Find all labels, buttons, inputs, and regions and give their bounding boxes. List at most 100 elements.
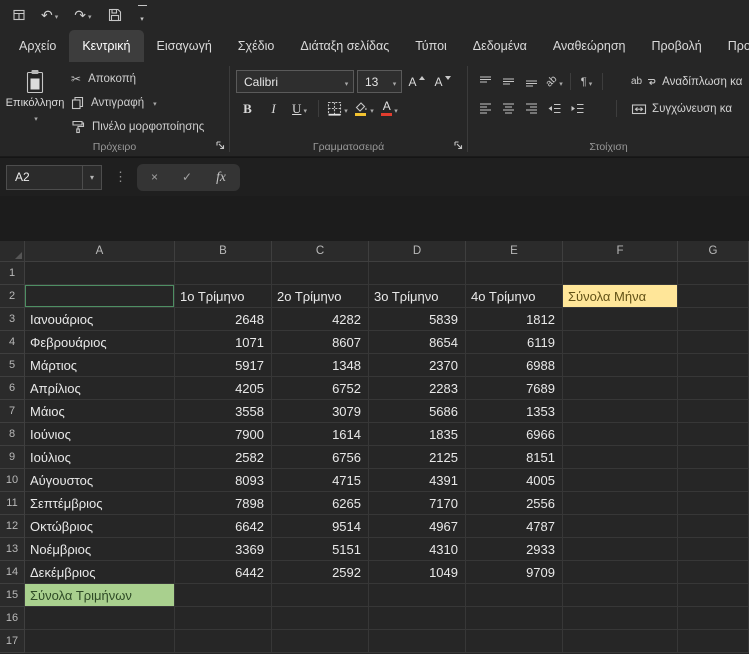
row-header-12[interactable]: 12 [0, 515, 25, 538]
cell-D2[interactable]: 3ο Τρίμηνο [369, 285, 466, 308]
cell-D15[interactable] [369, 584, 466, 607]
ribbon-tab-page-layout[interactable]: Διάταξη σελίδας [287, 30, 402, 62]
wrap-text-button[interactable]: ab Αναδίπλωση κα [631, 76, 745, 88]
font-dialog-launcher-icon[interactable] [454, 141, 463, 150]
cell-F10[interactable] [563, 469, 678, 492]
name-box[interactable]: A2 [6, 164, 102, 190]
cell-E9[interactable]: 8151 [466, 446, 563, 469]
cell-E6[interactable]: 7689 [466, 377, 563, 400]
cell-C3[interactable]: 4282 [272, 308, 369, 331]
cell-G13[interactable] [678, 538, 749, 561]
align-left-button[interactable] [474, 98, 497, 119]
redo-dropdown-icon[interactable] [86, 6, 92, 24]
row-header-15[interactable]: 15 [0, 584, 25, 607]
row-header-11[interactable]: 11 [0, 492, 25, 515]
cell-D8[interactable]: 1835 [369, 423, 466, 446]
orientation-button[interactable]: ab [543, 71, 566, 92]
cell-E5[interactable]: 6988 [466, 354, 563, 377]
increase-font-size-button[interactable]: A [405, 70, 428, 93]
format-painter-button[interactable]: Πινέλο μορφοποίησης [66, 115, 209, 138]
ribbon-tab-draw[interactable]: Σχέδιο [225, 30, 288, 62]
cell-E3[interactable]: 1812 [466, 308, 563, 331]
cell-C12[interactable]: 9514 [272, 515, 369, 538]
cell-C11[interactable]: 6265 [272, 492, 369, 515]
font-color-dropdown-icon[interactable] [392, 100, 398, 118]
row-header-14[interactable]: 14 [0, 561, 25, 584]
cell-D6[interactable]: 2283 [369, 377, 466, 400]
cell-E2[interactable]: 4ο Τρίμηνο [466, 285, 563, 308]
cell-C6[interactable]: 6752 [272, 377, 369, 400]
cut-button[interactable]: ✂ Αποκοπή [66, 67, 209, 90]
cell-A2[interactable] [25, 285, 175, 308]
cell-G3[interactable] [678, 308, 749, 331]
column-header-D[interactable]: D [369, 241, 466, 262]
cell-D14[interactable]: 1049 [369, 561, 466, 584]
cell-A4[interactable]: Φεβρουάριος [25, 331, 175, 354]
cell-B15[interactable] [175, 584, 272, 607]
cell-G4[interactable] [678, 331, 749, 354]
cell-G8[interactable] [678, 423, 749, 446]
save-button[interactable] [108, 8, 122, 22]
cell-C4[interactable]: 8607 [272, 331, 369, 354]
column-header-G[interactable]: G [678, 241, 749, 262]
formula-input[interactable] [240, 158, 749, 196]
cell-E10[interactable]: 4005 [466, 469, 563, 492]
font-color-button[interactable]: A [378, 97, 401, 120]
ribbon-tab-formulas[interactable]: Τύποι [402, 30, 460, 62]
ribbon-tab-insert[interactable]: Εισαγωγή [144, 30, 225, 62]
cell-F6[interactable] [563, 377, 678, 400]
row-header-13[interactable]: 13 [0, 538, 25, 561]
cell-D13[interactable]: 4310 [369, 538, 466, 561]
undo-dropdown-icon[interactable] [53, 6, 59, 24]
align-right-button[interactable] [520, 98, 543, 119]
cell-D5[interactable]: 2370 [369, 354, 466, 377]
cell-F11[interactable] [563, 492, 678, 515]
cell-C7[interactable]: 3079 [272, 400, 369, 423]
cell-F1[interactable] [563, 262, 678, 285]
increase-indent-button[interactable] [566, 98, 589, 119]
cell-G7[interactable] [678, 400, 749, 423]
enter-icon[interactable]: ✓ [182, 170, 192, 184]
cell-F8[interactable] [563, 423, 678, 446]
cell-E7[interactable]: 1353 [466, 400, 563, 423]
cell-E14[interactable]: 9709 [466, 561, 563, 584]
text-direction-dropdown-icon[interactable] [587, 73, 593, 91]
insert-function-icon[interactable]: fx [216, 169, 226, 185]
cell-F14[interactable] [563, 561, 678, 584]
cell-A8[interactable]: Ιούνιος [25, 423, 175, 446]
row-header-7[interactable]: 7 [0, 400, 25, 423]
cell-A3[interactable]: Ιανουάριος [25, 308, 175, 331]
font-size-select[interactable]: 13 [357, 70, 402, 93]
merge-center-button[interactable]: Συγχώνευση κα [631, 103, 745, 115]
copy-button[interactable]: Αντιγραφή [66, 91, 209, 114]
cell-A14[interactable]: Δεκέμβριος [25, 561, 175, 584]
cell-B2[interactable]: 1ο Τρίμηνο [175, 285, 272, 308]
customize-qat-button[interactable] [137, 4, 147, 26]
cell-E15[interactable] [466, 584, 563, 607]
cell-C15[interactable] [272, 584, 369, 607]
borders-button[interactable] [326, 97, 349, 120]
undo-button[interactable]: ↶ [41, 6, 58, 24]
cell-F15[interactable] [563, 584, 678, 607]
cell-B17[interactable] [175, 630, 272, 653]
cell-B6[interactable]: 4205 [175, 377, 272, 400]
cell-G9[interactable] [678, 446, 749, 469]
cell-C5[interactable]: 1348 [272, 354, 369, 377]
italic-button[interactable]: I [262, 97, 285, 120]
cell-D12[interactable]: 4967 [369, 515, 466, 538]
name-box-dropdown-icon[interactable] [82, 165, 101, 189]
font-name-dropdown-icon[interactable] [338, 75, 353, 89]
cell-F9[interactable] [563, 446, 678, 469]
formula-bar-handle-icon[interactable] [114, 169, 127, 185]
cell-B10[interactable]: 8093 [175, 469, 272, 492]
cell-A12[interactable]: Οκτώβριος [25, 515, 175, 538]
ribbon-tab-review[interactable]: Αναθεώρηση [540, 30, 639, 62]
cell-F13[interactable] [563, 538, 678, 561]
row-header-10[interactable]: 10 [0, 469, 25, 492]
cell-F3[interactable] [563, 308, 678, 331]
excel-grid-icon[interactable] [13, 9, 25, 21]
cell-C10[interactable]: 4715 [272, 469, 369, 492]
cell-B3[interactable]: 2648 [175, 308, 272, 331]
cell-E12[interactable]: 4787 [466, 515, 563, 538]
cell-D9[interactable]: 2125 [369, 446, 466, 469]
